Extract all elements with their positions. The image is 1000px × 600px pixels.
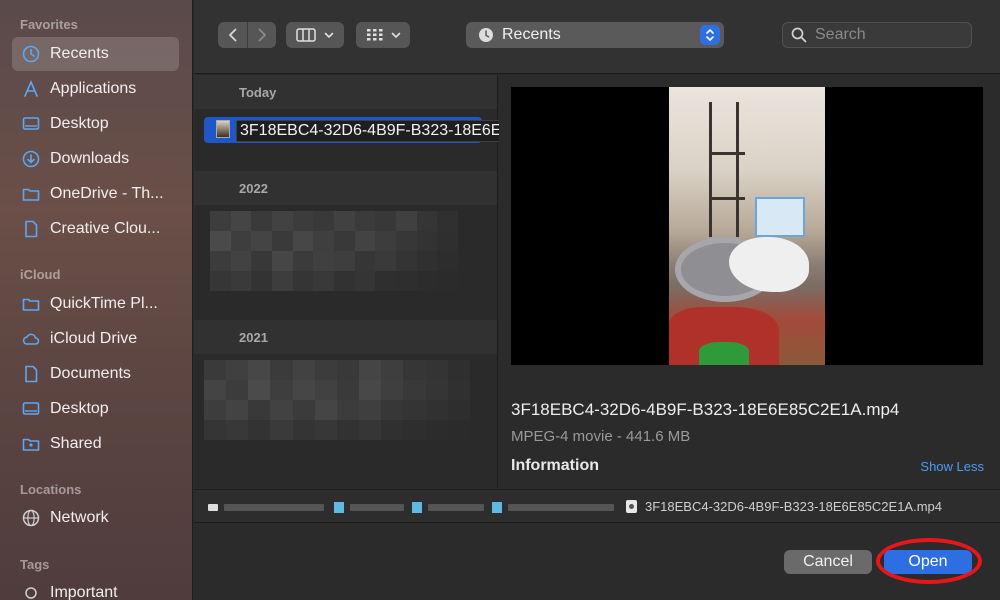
path-crumb-blurred[interactable] bbox=[428, 504, 484, 511]
chevron-down-icon bbox=[324, 32, 334, 38]
path-crumb-blurred[interactable] bbox=[208, 504, 218, 511]
sidebar-section-locations: Locations bbox=[20, 482, 82, 497]
shared-folder-icon bbox=[22, 435, 40, 453]
preview-pane: 3F18EBC4-32D6-4B9F-B323-18E6E85C2E1A.mp4… bbox=[499, 75, 1000, 488]
clock-icon bbox=[478, 27, 494, 43]
search-icon bbox=[791, 27, 807, 43]
document-icon bbox=[22, 365, 40, 383]
path-crumb-file-label: 3F18EBC4-32D6-4B9F-B323-18E6E85C2E1A.mp4 bbox=[645, 499, 943, 514]
sidebar-section-favorites: Favorites bbox=[20, 17, 78, 32]
desktop-icon bbox=[22, 115, 40, 133]
grid-icon bbox=[366, 29, 382, 41]
desktop-icon bbox=[22, 400, 40, 418]
group-header-2021: 2021 bbox=[194, 320, 497, 354]
sidebar-item-label: Network bbox=[50, 509, 109, 526]
show-less-link[interactable]: Show Less bbox=[920, 459, 984, 474]
sidebar-item-label: Downloads bbox=[50, 150, 130, 167]
sidebar-item-label: Shared bbox=[50, 435, 102, 452]
sidebar-item-downloads[interactable]: Downloads bbox=[12, 142, 179, 176]
folder-icon bbox=[334, 502, 344, 513]
cloud-icon bbox=[22, 330, 40, 348]
columns-view-icon bbox=[296, 28, 316, 42]
cancel-button[interactable]: Cancel bbox=[784, 550, 872, 574]
document-icon bbox=[22, 220, 40, 238]
sidebar-item-label: Desktop bbox=[50, 115, 109, 132]
path-crumb-blurred[interactable] bbox=[508, 504, 614, 511]
dialog-buttons: Cancel Open bbox=[194, 524, 1000, 600]
chevron-down-icon bbox=[391, 32, 400, 38]
sidebar-section-icloud: iCloud bbox=[20, 267, 61, 282]
folder-icon bbox=[412, 502, 422, 513]
sidebar-item-applications[interactable]: Applications bbox=[12, 72, 179, 106]
highlight-annotation-circle bbox=[876, 538, 982, 584]
toolbar: Recents bbox=[194, 0, 1000, 74]
sidebar-item-label: Applications bbox=[50, 80, 137, 97]
sidebar-item-label: Desktop bbox=[50, 400, 109, 417]
folder-icon bbox=[22, 295, 40, 313]
back-button[interactable] bbox=[218, 22, 247, 48]
download-icon bbox=[22, 150, 40, 168]
tag-circle-icon bbox=[22, 584, 40, 600]
sidebar-item-label: Creative Clou... bbox=[50, 220, 161, 237]
sidebar-item-onedrive[interactable]: OneDrive - Th... bbox=[12, 177, 179, 211]
path-crumb-file[interactable]: 3F18EBC4-32D6-4B9F-B323-18E6E85C2E1A.mp4 bbox=[626, 499, 942, 514]
sidebar-item-icloud-desktop[interactable]: Desktop bbox=[12, 392, 179, 426]
sidebar-item-label: Documents bbox=[50, 365, 131, 382]
preview-file-meta: MPEG-4 movie - 441.6 MB bbox=[511, 428, 691, 445]
sidebar-item-tag-important[interactable]: Important bbox=[12, 576, 179, 600]
video-preview[interactable] bbox=[511, 87, 983, 365]
path-bar: 3F18EBC4-32D6-4B9F-B323-18E6E85C2E1A.mp4 bbox=[194, 489, 1000, 523]
updown-chevron-icon bbox=[700, 25, 720, 45]
group-header-2022: 2022 bbox=[194, 171, 497, 205]
location-label: Recents bbox=[502, 26, 561, 43]
sidebar-item-label: OneDrive - Th... bbox=[50, 185, 164, 202]
sidebar-item-label: iCloud Drive bbox=[50, 330, 138, 347]
video-frame-image bbox=[669, 87, 825, 365]
sidebar-item-recents[interactable]: Recents bbox=[12, 37, 179, 71]
view-mode-button[interactable] bbox=[286, 22, 344, 48]
path-crumb-blurred[interactable] bbox=[224, 504, 324, 511]
video-thumbnail-icon bbox=[216, 120, 230, 138]
sidebar-item-label: Recents bbox=[50, 45, 109, 62]
sidebar: Favorites Recents Applications Desktop D… bbox=[0, 0, 193, 600]
preview-filename: 3F18EBC4-32D6-4B9F-B323-18E6E85C2E1A.mp4 bbox=[511, 400, 900, 419]
clock-icon bbox=[22, 45, 40, 63]
sidebar-item-network[interactable]: Network bbox=[12, 501, 179, 535]
globe-icon bbox=[22, 509, 40, 527]
group-button[interactable] bbox=[356, 22, 410, 48]
document-icon bbox=[626, 500, 637, 513]
location-popup[interactable]: Recents bbox=[466, 22, 724, 48]
chevron-right-icon bbox=[258, 28, 266, 42]
sidebar-item-desktop[interactable]: Desktop bbox=[12, 107, 179, 141]
sidebar-item-icloud-drive[interactable]: iCloud Drive bbox=[12, 322, 179, 356]
sidebar-item-documents[interactable]: Documents bbox=[12, 357, 179, 391]
blurred-file-list bbox=[210, 211, 458, 291]
sidebar-item-quicktime[interactable]: QuickTime Pl... bbox=[12, 287, 179, 321]
sidebar-item-creative-cloud[interactable]: Creative Clou... bbox=[12, 212, 179, 246]
path-crumb-blurred[interactable] bbox=[350, 504, 404, 511]
applications-icon bbox=[22, 80, 40, 98]
blurred-file-list bbox=[204, 360, 470, 440]
search-input[interactable] bbox=[815, 26, 965, 44]
folder-icon bbox=[22, 185, 40, 203]
chevron-left-icon bbox=[228, 28, 236, 42]
information-heading: Information bbox=[511, 457, 599, 474]
folder-icon bbox=[492, 502, 502, 513]
sidebar-section-tags: Tags bbox=[20, 557, 50, 572]
search-field[interactable] bbox=[782, 22, 972, 48]
sidebar-item-label: Important bbox=[50, 584, 118, 600]
sidebar-item-shared[interactable]: Shared bbox=[12, 427, 179, 461]
sidebar-item-label: QuickTime Pl... bbox=[50, 295, 158, 312]
forward-button[interactable] bbox=[247, 22, 276, 48]
group-header-today: Today bbox=[194, 75, 497, 109]
